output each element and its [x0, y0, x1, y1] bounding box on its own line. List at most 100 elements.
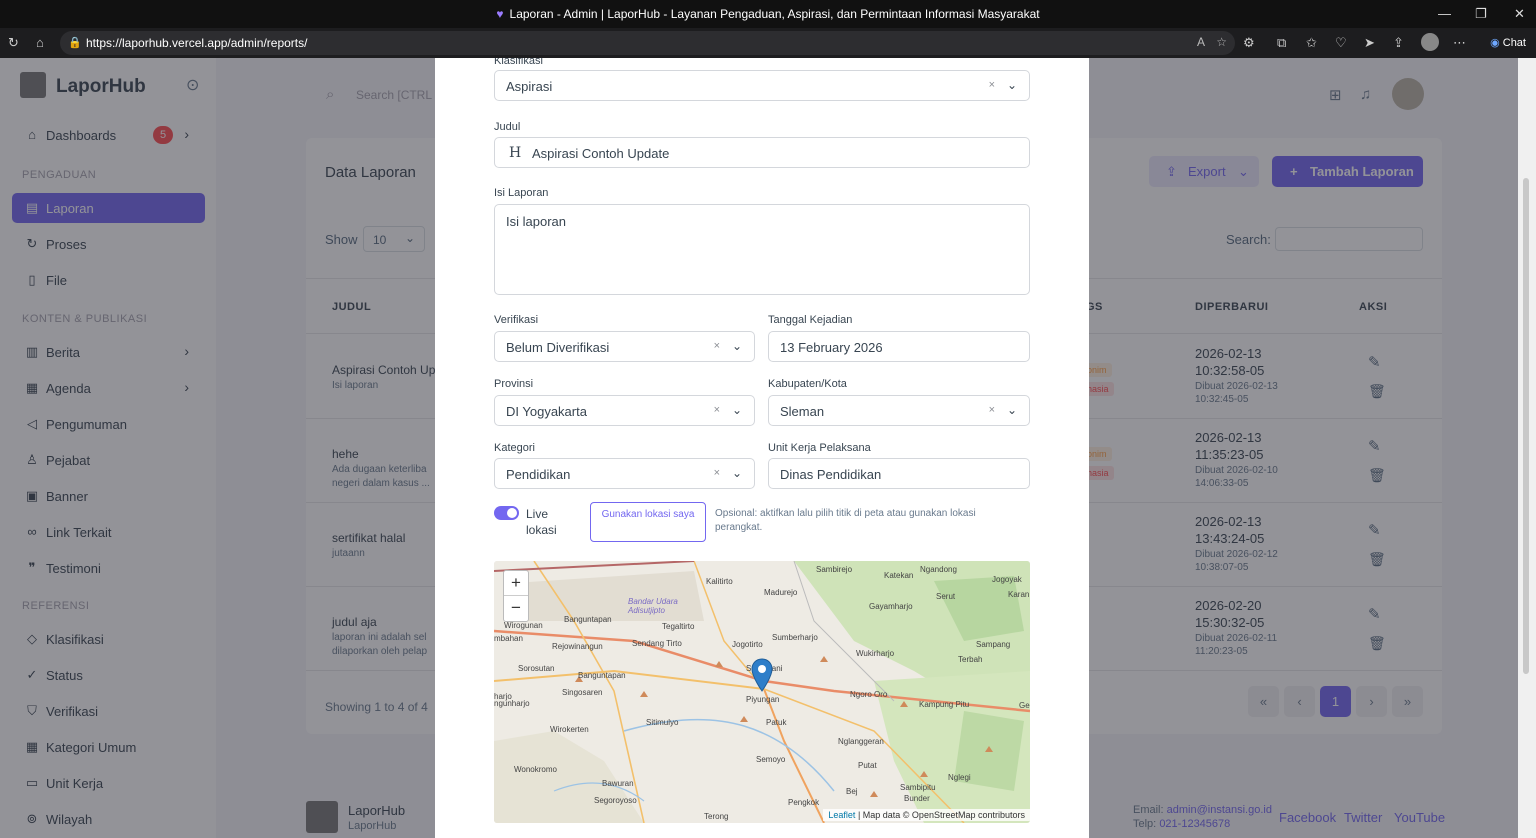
- map-place-label: Tegaltirto: [662, 622, 695, 631]
- chevron-down-icon: ⌄: [1006, 403, 1017, 417]
- map-place-label: Sumberharjo: [772, 633, 818, 642]
- map-place-label: Katekan: [884, 571, 914, 580]
- address-bar[interactable]: 🔒 https://laporhub.vercel.app/admin/repo…: [60, 31, 1235, 55]
- map-place-label: Terong: [704, 812, 729, 821]
- map-place-label: Bandar Udara Adisutjipto: [628, 597, 678, 615]
- chevron-down-icon: ⌄: [731, 466, 742, 480]
- lock-icon: 🔒: [68, 37, 82, 49]
- kabupaten-select[interactable]: Sleman × ⌄: [768, 395, 1030, 426]
- read-aloud-icon[interactable]: A: [1197, 35, 1205, 49]
- home-icon[interactable]: ⌂: [36, 35, 44, 50]
- minimize-icon[interactable]: —: [1438, 6, 1451, 21]
- copilot-chat-button[interactable]: ◉ Chat: [1490, 36, 1526, 49]
- judul-value: Aspirasi Contoh Update: [532, 146, 670, 161]
- copilot-icon: ◉: [1490, 37, 1500, 49]
- provinsi-label: Provinsi: [494, 378, 534, 390]
- map-place-label: Pengkok: [788, 798, 820, 807]
- clear-icon[interactable]: ×: [714, 340, 720, 352]
- map-place-label: Putat: [858, 761, 877, 770]
- map-place-label: Madurejo: [764, 588, 798, 597]
- judul-label: Judul: [494, 121, 521, 133]
- window-title: ♥ Laporan - Admin | LaporHub - Layanan Pe…: [0, 7, 1536, 21]
- map-place-label: Sambirejo: [816, 565, 853, 574]
- map-place-label: Ngandong: [920, 565, 957, 574]
- zoom-in-button[interactable]: +: [504, 571, 528, 596]
- close-icon[interactable]: ✕: [1514, 6, 1525, 22]
- app-viewport: LaporHub ⊙ ⌂Dashboards5› PENGADUAN ▤Lapo…: [0, 58, 1536, 838]
- map-place-label: Ge: [1019, 701, 1030, 710]
- map-place-label: Serut: [936, 592, 956, 601]
- unit-value: Dinas Pendidikan: [780, 467, 882, 482]
- klasifikasi-label: Klasifikasi: [494, 58, 543, 67]
- clear-icon[interactable]: ×: [989, 404, 995, 416]
- map-place-label: harjo: [494, 692, 512, 701]
- map-place-label: Singosaren: [562, 688, 603, 697]
- map-place-label: Banguntapan: [564, 615, 612, 624]
- chevron-down-icon: ⌄: [1006, 78, 1017, 92]
- map-place-label: Sambipitu: [900, 783, 936, 792]
- verifikasi-value: Belum Diverifikasi: [506, 340, 610, 355]
- provinsi-value: DI Yogyakarta: [506, 404, 587, 419]
- isi-value: Isi laporan: [506, 214, 566, 229]
- kategori-select[interactable]: Pendidikan × ⌄: [494, 458, 755, 489]
- split-screen-icon[interactable]: ⧉: [1277, 35, 1286, 51]
- maximize-icon[interactable]: ❐: [1475, 6, 1487, 22]
- klasifikasi-value: Aspirasi: [506, 79, 553, 94]
- map-place-label: Terbah: [958, 655, 983, 664]
- reload-icon[interactable]: ↻: [8, 35, 19, 51]
- clear-icon[interactable]: ×: [714, 467, 720, 479]
- clear-icon[interactable]: ×: [989, 79, 995, 91]
- clear-icon[interactable]: ×: [714, 404, 720, 416]
- leaflet-link[interactable]: Leaflet: [828, 810, 855, 820]
- tanggal-input[interactable]: 13 February 2026: [768, 331, 1030, 362]
- browser-toolbar: ↻ ⌂ 🔒 https://laporhub.vercel.app/admin/…: [0, 28, 1536, 58]
- profile-avatar[interactable]: [1421, 33, 1439, 51]
- unit-kerja-input[interactable]: Dinas Pendidikan: [768, 458, 1030, 489]
- map-place-label: Bawuran: [602, 779, 634, 788]
- health-icon[interactable]: ♡: [1335, 35, 1347, 51]
- isi-laporan-textarea[interactable]: Isi laporan: [494, 204, 1030, 295]
- klasifikasi-select[interactable]: Aspirasi × ⌄: [494, 70, 1030, 101]
- judul-input[interactable]: H Aspirasi Contoh Update: [494, 137, 1030, 168]
- map-place-label: Patuk: [766, 718, 787, 727]
- app-logo-icon: ♥: [496, 7, 504, 21]
- map-place-label: Rejowinangun: [552, 642, 603, 651]
- tanggal-label: Tanggal Kejadian: [768, 314, 853, 326]
- kategori-value: Pendidikan: [506, 467, 571, 482]
- share-icon[interactable]: ⇪: [1393, 35, 1404, 51]
- map-place-label: Jogoyak: [992, 575, 1022, 584]
- map-place-label: Karan: [1008, 590, 1030, 599]
- heading-icon: H: [509, 145, 522, 161]
- use-my-location-button[interactable]: Gunakan lokasi saya: [590, 502, 706, 542]
- more-icon[interactable]: ⋯: [1453, 35, 1466, 51]
- live-location-toggle[interactable]: [494, 506, 519, 520]
- location-map[interactable]: Sambirejo Katekan Ngandong Jogoyak Kalit…: [494, 561, 1030, 823]
- page-scrollbar[interactable]: [1518, 58, 1536, 838]
- map-attribution: Leaflet | Map data © OpenStreetMap contr…: [823, 809, 1030, 821]
- map-place-label: Wirokerten: [550, 725, 589, 734]
- edit-report-modal: Klasifikasi Aspirasi × ⌄ Judul H Aspirasi C…: [435, 58, 1089, 838]
- favorite-icon[interactable]: ☆: [1216, 35, 1227, 49]
- map-place-label: Bunder: [904, 794, 930, 803]
- send-icon[interactable]: ➤: [1364, 35, 1375, 51]
- chevron-down-icon: ⌄: [731, 339, 742, 353]
- provinsi-select[interactable]: DI Yogyakarta × ⌄: [494, 395, 755, 426]
- map-place-label: Gayamharjo: [869, 602, 913, 611]
- scrollbar-thumb[interactable]: [1523, 178, 1529, 674]
- extensions-icon[interactable]: ⚙: [1243, 35, 1255, 51]
- tanggal-value: 13 February 2026: [780, 340, 883, 355]
- toggle-knob: [507, 508, 517, 518]
- map-marker-icon[interactable]: [751, 658, 773, 692]
- map-place-label: Nglanggeran: [838, 737, 884, 746]
- favorites-icon[interactable]: ✩: [1306, 35, 1317, 51]
- attribution-text: | Map data © OpenStreetMap contributors: [857, 810, 1025, 820]
- map-place-label: Ngoro Oro: [850, 690, 888, 699]
- live-location-label: Live lokasi: [526, 507, 557, 537]
- map-place-label: Wonokromo: [514, 765, 557, 774]
- zoom-out-button[interactable]: −: [504, 596, 528, 621]
- map-place-label: Sorosutan: [518, 664, 555, 673]
- url-text[interactable]: https://laporhub.vercel.app/admin/report…: [86, 36, 307, 50]
- chat-label: Chat: [1502, 37, 1526, 49]
- verifikasi-select[interactable]: Belum Diverifikasi × ⌄: [494, 331, 755, 362]
- map-place-label: Bej: [846, 787, 858, 796]
